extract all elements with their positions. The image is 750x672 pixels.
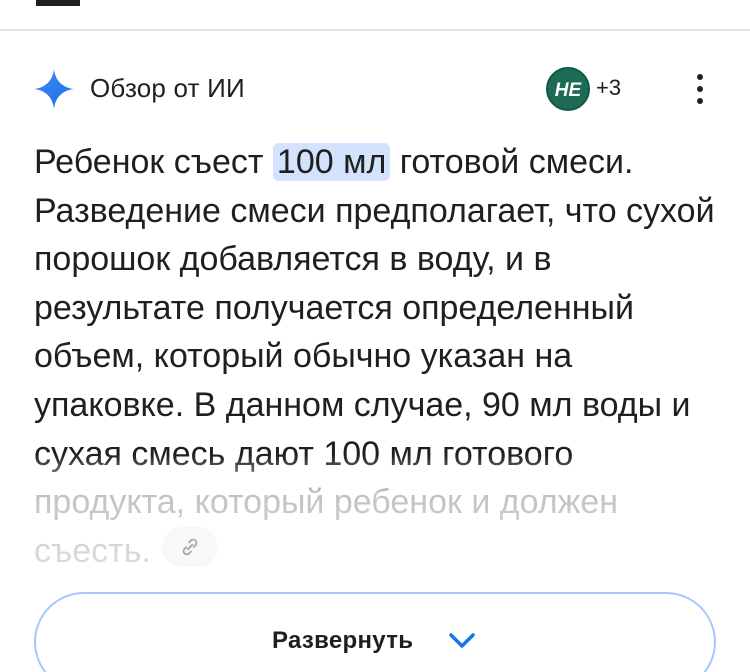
source-link-chip[interactable] — [162, 527, 218, 567]
link-icon — [182, 538, 198, 556]
answer-text-start: Ребенок съест — [34, 143, 273, 181]
source-avatar-text: HE — [555, 80, 583, 101]
more-vert-icon — [697, 74, 703, 80]
ai-overview-title: Обзор от ИИ — [90, 73, 245, 103]
source-count[interactable]: +3 — [596, 74, 621, 102]
expand-button[interactable]: Развернуть — [34, 592, 716, 672]
sparkle-icon — [34, 69, 74, 109]
ai-overview-header: Обзор от ИИ HE +3 — [0, 58, 750, 118]
source-logo-icon: HE — [555, 80, 583, 101]
active-tab-indicator — [36, 0, 80, 6]
answer-highlight: 100 мл — [272, 143, 391, 181]
more-vert-icon-dot — [697, 98, 703, 104]
more-vert-icon-dot — [697, 86, 703, 92]
chevron-down-icon — [449, 633, 475, 648]
top-divider — [0, 29, 750, 31]
answer-text-rest: готовой смеси. Разведение смеси предпола… — [34, 143, 715, 570]
more-options-button[interactable] — [682, 66, 718, 112]
source-avatar[interactable]: HE — [546, 67, 590, 111]
expand-button-label: Развернуть — [272, 627, 414, 654]
ai-overview-screen: Обзор от ИИ HE +3 Ребенок съест 100 мл г… — [0, 0, 750, 672]
ai-overview-answer: Ребенок съест 100 мл готовой смеси. Разв… — [34, 138, 724, 575]
